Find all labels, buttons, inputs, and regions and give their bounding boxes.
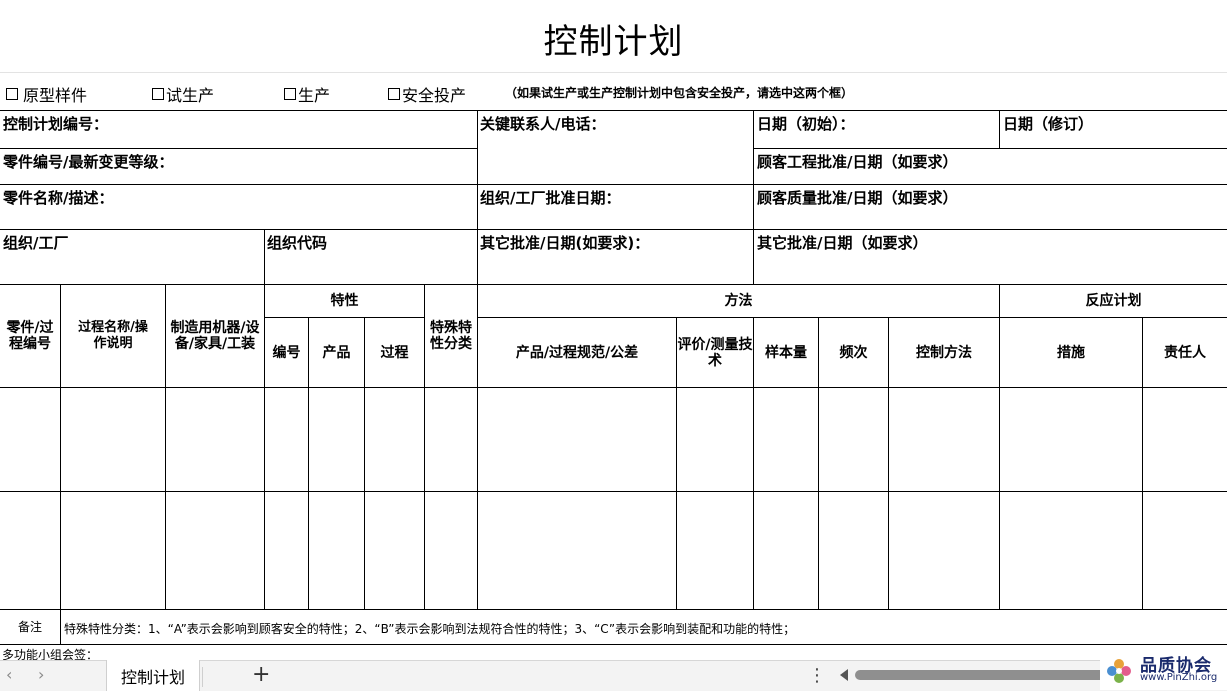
col-product: 产品 bbox=[322, 344, 351, 361]
checkbox-icon bbox=[152, 88, 164, 100]
grid-line bbox=[753, 110, 754, 284]
other-approval-label: 其它批准/日期(如要求)： bbox=[480, 234, 650, 252]
checkbox-pre-launch[interactable]: 试生产 bbox=[152, 82, 214, 106]
col-sample-size: 样本量 bbox=[765, 344, 807, 361]
checkbox-safe-launch[interactable]: 安全投产 bbox=[388, 82, 466, 106]
col-owner: 责任人 bbox=[1164, 344, 1206, 361]
col-process: 过程 bbox=[380, 344, 409, 361]
col-part-process-no: 零件/过程编号 bbox=[6, 320, 54, 352]
checkbox-label: 原型样件 bbox=[23, 86, 88, 105]
customer-quality-label: 顾客质量批准/日期（如要求） bbox=[757, 189, 958, 207]
grid-line bbox=[477, 110, 478, 284]
divider bbox=[202, 667, 203, 687]
grid-line bbox=[999, 110, 1000, 148]
col-characteristics: 特性 bbox=[330, 293, 359, 309]
page-title: 控制计划 bbox=[543, 22, 684, 62]
checkbox-label: 安全投产 bbox=[402, 86, 467, 105]
checkbox-label: 生产 bbox=[298, 86, 331, 105]
col-control-method: 控制方法 bbox=[916, 344, 972, 361]
grid-line bbox=[0, 491, 1227, 492]
org-code-label: 组织代码 bbox=[267, 234, 328, 252]
key-contact-label: 关键联系人/电话： bbox=[480, 115, 606, 133]
divider bbox=[0, 72, 1227, 73]
scroll-left-icon[interactable] bbox=[840, 669, 848, 681]
grid-line bbox=[165, 284, 166, 609]
col-reaction-plan: 反应计划 bbox=[1085, 293, 1142, 309]
org-approval-date-label: 组织/工厂批准日期： bbox=[480, 189, 621, 207]
checkbox-icon bbox=[6, 88, 18, 100]
grid-line bbox=[0, 644, 1227, 645]
remarks-label: 备注 bbox=[17, 620, 42, 634]
grid-line bbox=[753, 148, 1227, 149]
remarks-text: 特殊特性分类：1、“A”表示会影响到顾客安全的特性；2、“B”表示会影响到法规符… bbox=[64, 622, 796, 636]
part-name-label: 零件名称/描述： bbox=[3, 189, 114, 207]
col-frequency: 频次 bbox=[839, 344, 868, 361]
next-sheet-button[interactable]: › bbox=[38, 665, 44, 684]
brand-logo: 品质协会 www.PinZhi.org bbox=[1100, 650, 1227, 690]
col-evaluation: 评价/测量技术 bbox=[677, 336, 753, 369]
grid-line bbox=[0, 184, 1227, 185]
col-special-class: 特殊特性分类 bbox=[430, 320, 472, 352]
other-approval-label-2: 其它批准/日期（如要求） bbox=[757, 234, 928, 252]
grid-line bbox=[0, 609, 1227, 610]
add-sheet-button[interactable]: + bbox=[252, 662, 270, 687]
plan-number-label: 控制计划编号： bbox=[3, 115, 109, 133]
col-spec-tolerance: 产品/过程规范/公差 bbox=[515, 344, 639, 361]
spreadsheet-sheet: 控制计划 原型样件 试生产 生产 安全投产 （如果试生产或生产控制计划中包含安全… bbox=[0, 0, 1227, 662]
customer-engineering-label: 顾客工程批准/日期（如要求） bbox=[757, 153, 958, 171]
horizontal-scrollbar[interactable] bbox=[855, 670, 1125, 680]
col-process-name: 过程名称/操作说明 bbox=[78, 320, 148, 351]
grid-line bbox=[0, 110, 1227, 111]
brand-url: www.PinZhi.org bbox=[1140, 672, 1218, 683]
col-methods: 方法 bbox=[724, 293, 753, 309]
checkbox-prototype[interactable]: 原型样件 bbox=[6, 82, 87, 106]
date-original-label: 日期（初始）： bbox=[757, 115, 855, 133]
organization-label: 组织/工厂 bbox=[3, 234, 69, 252]
options-note: （如果试生产或生产控制计划中包含安全投产，请选中这两个框） bbox=[505, 86, 854, 100]
prev-sheet-button[interactable]: ‹ bbox=[6, 665, 12, 684]
more-options-icon[interactable]: ⋮ bbox=[808, 665, 826, 686]
checkbox-label: 试生产 bbox=[166, 86, 215, 105]
col-char-number: 编号 bbox=[272, 344, 301, 361]
col-machine: 制造用机器/设备/家具/工装 bbox=[170, 320, 260, 352]
grid-line bbox=[0, 229, 1227, 230]
flower-icon bbox=[1107, 659, 1131, 683]
checkbox-icon bbox=[284, 88, 296, 100]
grid-line bbox=[264, 229, 265, 284]
checkbox-production[interactable]: 生产 bbox=[284, 82, 330, 106]
grid-line bbox=[0, 387, 1227, 388]
part-number-label: 零件编号/最新变更等级： bbox=[3, 153, 174, 171]
grid-line bbox=[60, 284, 61, 644]
checkbox-icon bbox=[388, 88, 400, 100]
sheet-tab-bar: ‹ › 控制计划 + ⋮ bbox=[0, 660, 1227, 691]
date-revised-label: 日期（修订） bbox=[1003, 115, 1094, 133]
col-measure: 措施 bbox=[1057, 344, 1085, 361]
sheet-tab-control-plan[interactable]: 控制计划 bbox=[106, 660, 200, 691]
grid-line bbox=[0, 148, 477, 149]
